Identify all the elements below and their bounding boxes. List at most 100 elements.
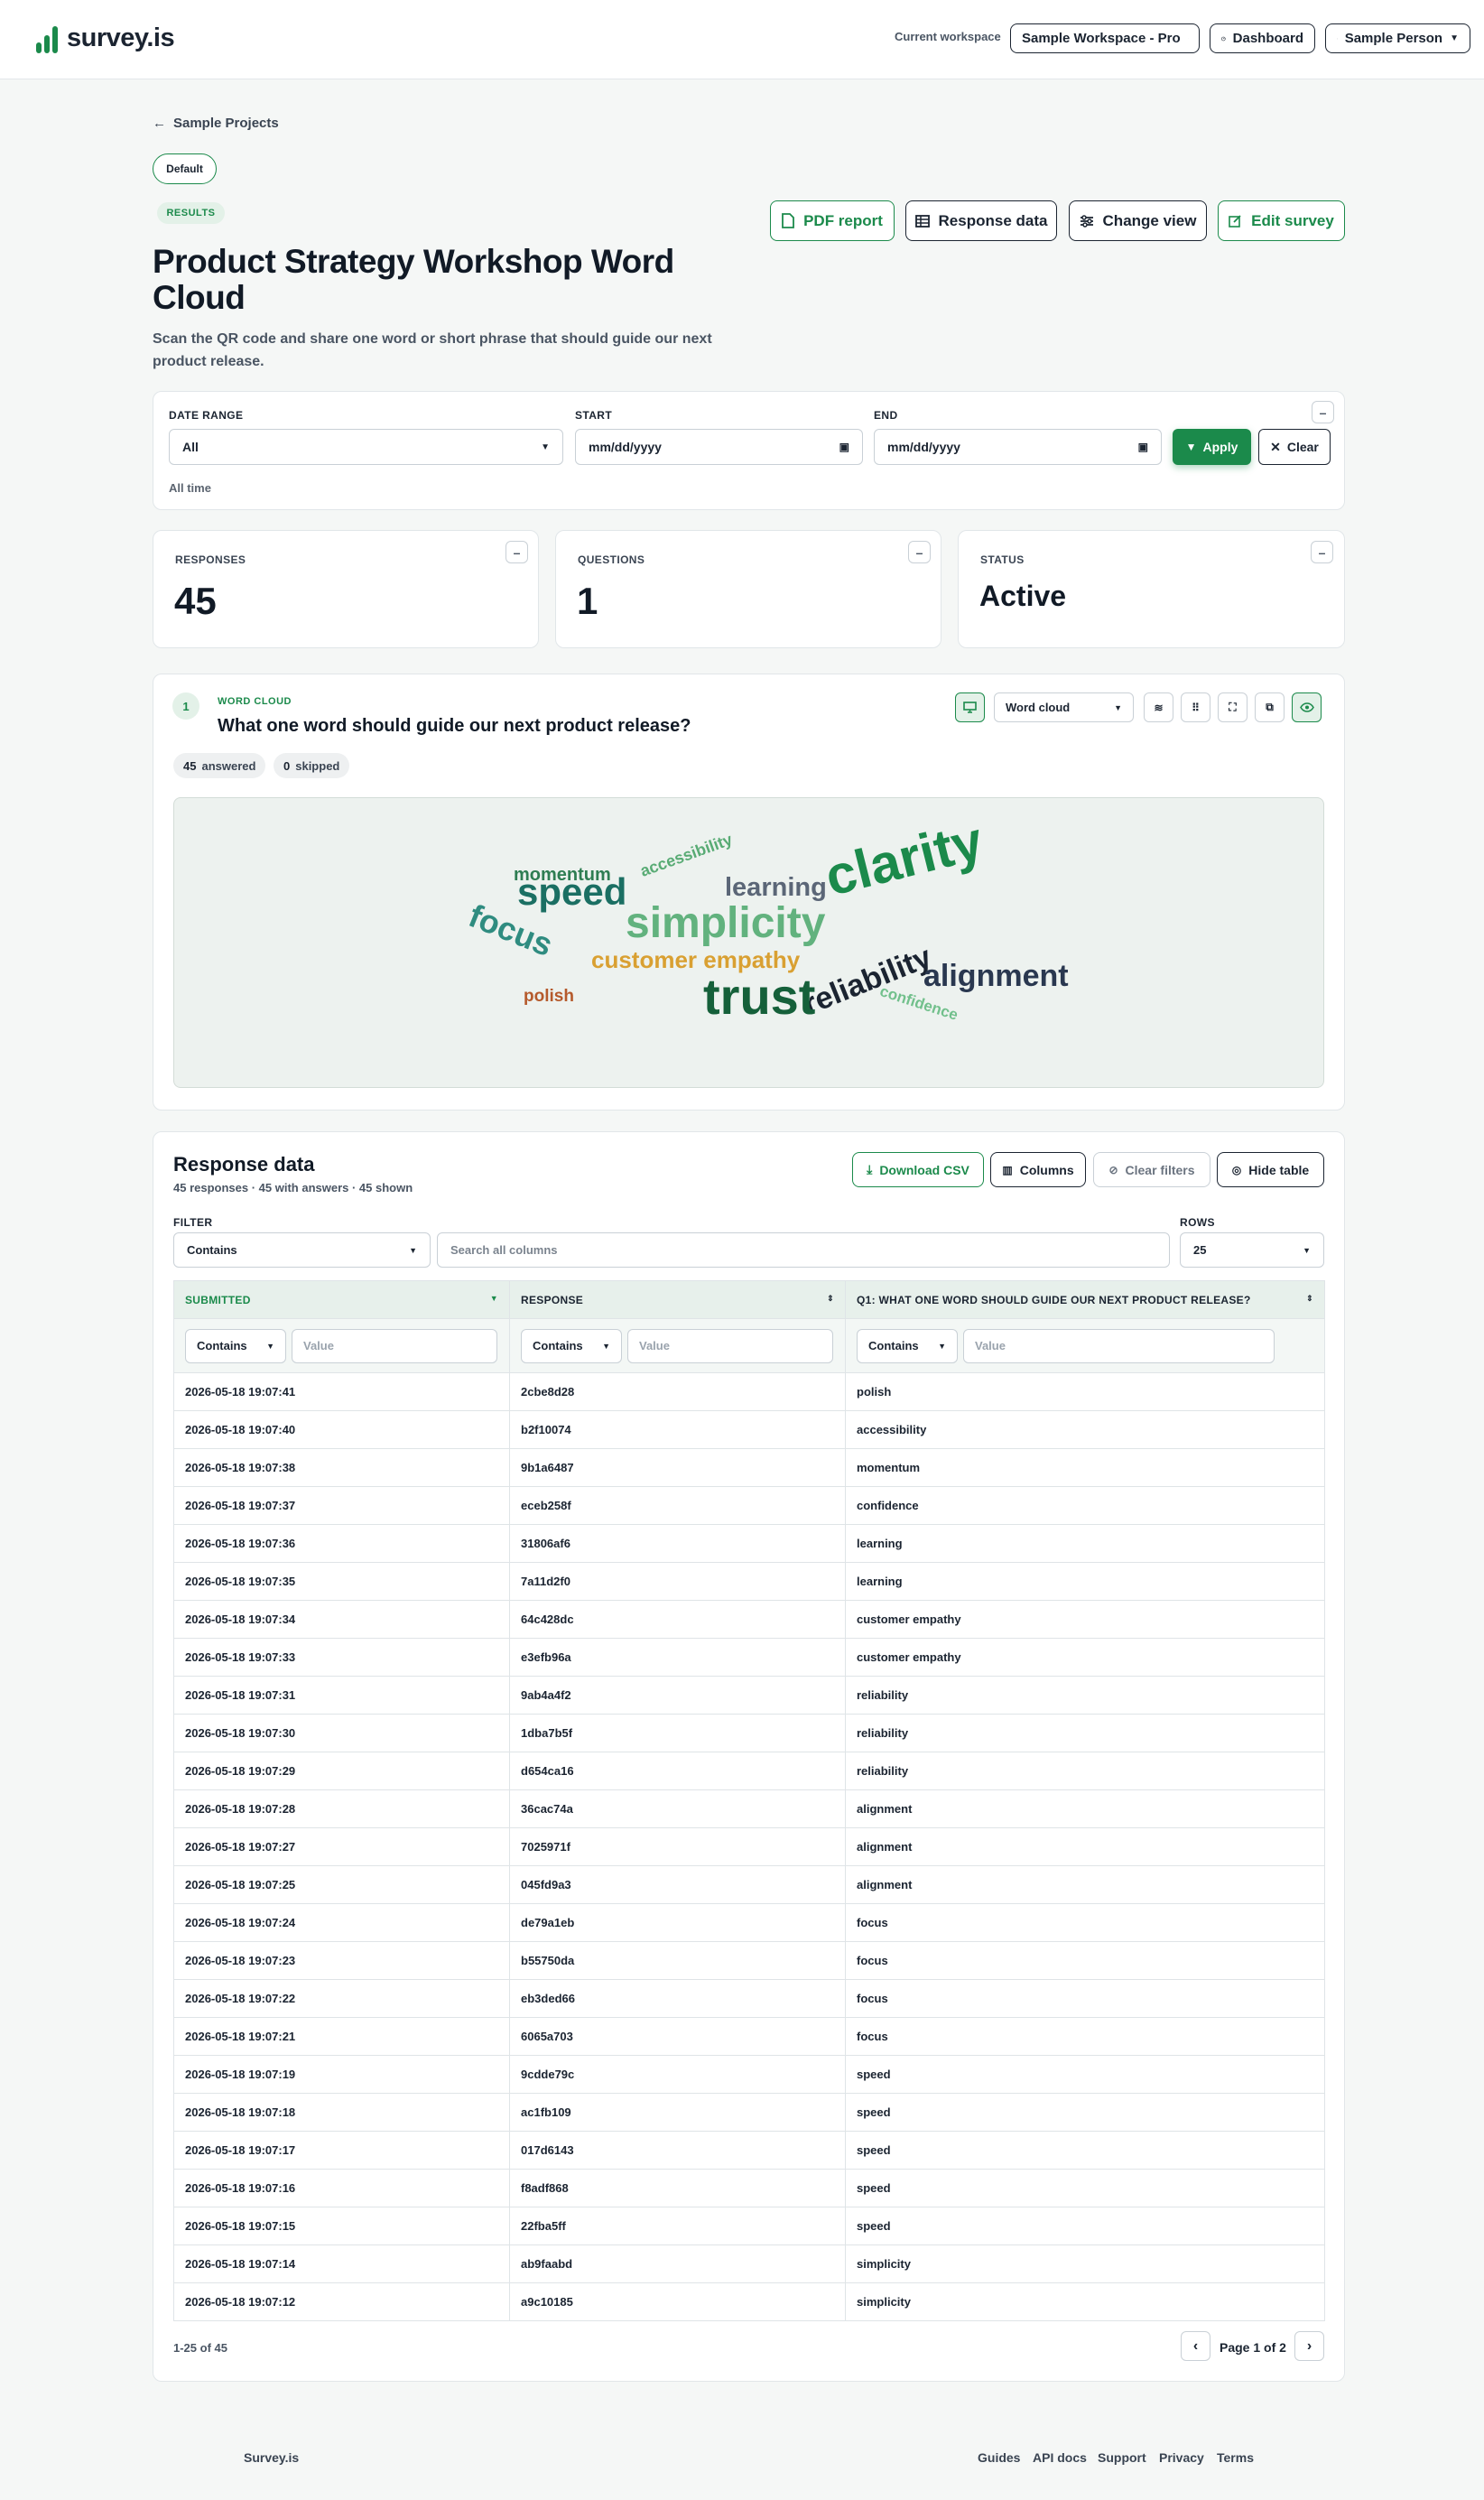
cell-answer: focus bbox=[845, 1941, 1325, 1980]
monitor-icon[interactable] bbox=[955, 692, 985, 722]
column-header-q1[interactable]: Q1: WHAT ONE WORD SHOULD GUIDE OUR NEXT … bbox=[845, 1280, 1325, 1319]
download-csv-button[interactable]: ⤓ Download CSV bbox=[852, 1152, 984, 1187]
response-data-button[interactable]: Response data bbox=[905, 200, 1057, 241]
sort-desc-icon: ▼ bbox=[489, 1293, 498, 1303]
table-row: 2026-05-18 19:07:24 de79a1eb focus bbox=[173, 1903, 1325, 1942]
date-range-select[interactable]: All ▼ bbox=[169, 429, 563, 465]
copy-icon[interactable]: ⧉ bbox=[1255, 692, 1285, 722]
footer-link-privacy[interactable]: Privacy bbox=[1159, 2450, 1204, 2465]
answered-chip: 45 answered bbox=[173, 753, 266, 778]
collapse-icon[interactable]: – bbox=[1311, 541, 1333, 563]
workspace-select[interactable]: Sample Workspace - Pro bbox=[1010, 23, 1200, 53]
word-cloud-word: clarity bbox=[819, 810, 989, 907]
apply-button[interactable]: ▼ Apply bbox=[1173, 429, 1251, 465]
cell-submitted: 2026-05-18 19:07:27 bbox=[173, 1827, 510, 1866]
download-csv-label: Download CSV bbox=[879, 1162, 969, 1177]
column-filter-input[interactable]: Value bbox=[292, 1328, 497, 1363]
word-cloud-word: accessibility bbox=[637, 830, 735, 880]
skipped-label: skipped bbox=[295, 758, 340, 773]
workspace-label: Current workspace bbox=[895, 30, 1001, 43]
collapse-icon[interactable]: – bbox=[505, 541, 528, 563]
table-row: 2026-05-18 19:07:38 9b1a6487 momentum bbox=[173, 1448, 1325, 1487]
stat-label: STATUS bbox=[980, 553, 1025, 566]
footer-link-terms[interactable]: Terms bbox=[1217, 2450, 1254, 2465]
table-row: 2026-05-18 19:07:23 b55750da focus bbox=[173, 1941, 1325, 1980]
cell-response-id: 045fd9a3 bbox=[509, 1865, 846, 1904]
back-link[interactable]: ← Sample Projects bbox=[153, 116, 279, 131]
cell-submitted: 2026-05-18 19:07:21 bbox=[173, 2017, 510, 2056]
logo-text: survey.is bbox=[67, 23, 175, 52]
fullscreen-icon[interactable]: ⛶ bbox=[1218, 692, 1247, 722]
column-filter-mode-select[interactable]: Contains ▼ bbox=[185, 1328, 286, 1363]
cell-answer: reliability bbox=[845, 1752, 1325, 1790]
date-range-label: DATE RANGE bbox=[169, 409, 244, 422]
search-placeholder: Search all columns bbox=[450, 1243, 558, 1257]
default-badge[interactable]: Default bbox=[153, 153, 217, 184]
footer-link-support[interactable]: Support bbox=[1098, 2450, 1146, 2465]
next-page-button[interactable]: › bbox=[1294, 2331, 1324, 2361]
skipped-chip: 0 skipped bbox=[274, 753, 350, 778]
cell-submitted: 2026-05-18 19:07:12 bbox=[173, 2282, 510, 2321]
logo[interactable]: survey.is bbox=[36, 23, 175, 53]
columns-button[interactable]: ▥ Columns bbox=[990, 1152, 1086, 1187]
cell-answer: alignment bbox=[845, 1865, 1325, 1904]
change-view-button[interactable]: Change view bbox=[1069, 200, 1207, 241]
table-row: 2026-05-18 19:07:36 31806af6 learning bbox=[173, 1524, 1325, 1563]
page-subtitle: Scan the QR code and share one word or s… bbox=[153, 331, 712, 369]
global-filter-mode-select[interactable]: Contains ▼ bbox=[173, 1232, 431, 1268]
cell-answer: confidence bbox=[845, 1486, 1325, 1525]
search-all-input[interactable]: Search all columns bbox=[437, 1232, 1170, 1268]
table-row: 2026-05-18 19:07:31 9ab4a4f2 reliability bbox=[173, 1676, 1325, 1715]
clear-filters-button[interactable]: ⊘ Clear filters bbox=[1093, 1152, 1210, 1187]
chevron-left-icon: ‹ bbox=[1192, 2337, 1199, 2354]
hide-table-button[interactable]: ◎ Hide table bbox=[1217, 1152, 1324, 1187]
footer-link-guides[interactable]: Guides bbox=[978, 2450, 1020, 2465]
cell-response-id: eceb258f bbox=[509, 1486, 846, 1525]
column-filter-input[interactable]: Value bbox=[627, 1328, 833, 1363]
grid-dots-icon[interactable]: ⠿ bbox=[1181, 692, 1210, 722]
table-row: 2026-05-18 19:07:35 7a11d2f0 learning bbox=[173, 1562, 1325, 1601]
table-icon bbox=[914, 214, 930, 228]
previous-page-button[interactable]: ‹ bbox=[1181, 2331, 1210, 2361]
skipped-count: 0 bbox=[283, 758, 291, 773]
chevron-down-icon: ▼ bbox=[938, 1341, 946, 1351]
rows-select[interactable]: 25 ▼ bbox=[1180, 1232, 1324, 1268]
start-date-input[interactable]: mm/dd/yyyy ▣ bbox=[575, 429, 863, 465]
top-bar: survey.is Current workspace Sample Works… bbox=[0, 0, 1484, 79]
pdf-report-button[interactable]: PDF report bbox=[770, 200, 895, 241]
cell-response-id: 6065a703 bbox=[509, 2017, 846, 2056]
column-filter-mode-select[interactable]: Contains ▼ bbox=[521, 1328, 622, 1363]
column-header-submitted[interactable]: SUBMITTED ▼ bbox=[173, 1280, 510, 1319]
user-menu-button[interactable]: Sample Person ▼ bbox=[1325, 23, 1470, 53]
footer-link-api-docs[interactable]: API docs bbox=[1033, 2450, 1087, 2465]
column-header-response[interactable]: RESPONSE ⇕ bbox=[509, 1280, 846, 1319]
cell-submitted: 2026-05-18 19:07:30 bbox=[173, 1714, 510, 1752]
stat-card-questions: QUESTIONS 1 – bbox=[555, 530, 941, 648]
answered-label: answered bbox=[201, 758, 256, 773]
question-toolbar: Word cloud ▼ ≋ ⠿ ⛶ ⧉ bbox=[955, 692, 1325, 722]
question-text: What one word should guide our next prod… bbox=[218, 716, 691, 736]
clear-button[interactable]: ✕ Clear bbox=[1258, 429, 1331, 465]
collapse-icon[interactable]: – bbox=[1312, 401, 1334, 423]
table-row: 2026-05-18 19:07:29 d654ca16 reliability bbox=[173, 1752, 1325, 1790]
table-row: 2026-05-18 19:07:21 6065a703 focus bbox=[173, 2017, 1325, 2056]
back-label: Sample Projects bbox=[173, 116, 279, 131]
cell-answer: reliability bbox=[845, 1676, 1325, 1715]
layers-icon[interactable]: ≋ bbox=[1144, 692, 1173, 722]
column-filter-input[interactable]: Value bbox=[963, 1328, 1275, 1363]
collapse-icon[interactable]: – bbox=[908, 541, 931, 563]
chevron-down-icon: ▼ bbox=[541, 441, 550, 452]
cell-submitted: 2026-05-18 19:07:15 bbox=[173, 2207, 510, 2245]
cell-answer: focus bbox=[845, 1979, 1325, 2018]
footer-brand[interactable]: Survey.is bbox=[244, 2450, 299, 2465]
column-filter-mode-select[interactable]: Contains ▼ bbox=[857, 1328, 958, 1363]
view-type-select[interactable]: Word cloud ▼ bbox=[994, 692, 1134, 722]
end-date-input[interactable]: mm/dd/yyyy ▣ bbox=[874, 429, 1162, 465]
response-table-wrap: SUBMITTED ▼ RESPONSE ⇕ Q1: WHAT ONE WORD… bbox=[173, 1280, 1325, 2321]
edit-survey-button[interactable]: Edit survey bbox=[1218, 200, 1345, 241]
word-cloud-word: simplicity bbox=[626, 899, 826, 947]
cell-response-id: b2f10074 bbox=[509, 1410, 846, 1449]
dashboard-button[interactable]: Dashboard bbox=[1210, 23, 1315, 53]
eye-icon[interactable] bbox=[1292, 692, 1322, 722]
word-cloud-word: trust bbox=[703, 968, 816, 1025]
